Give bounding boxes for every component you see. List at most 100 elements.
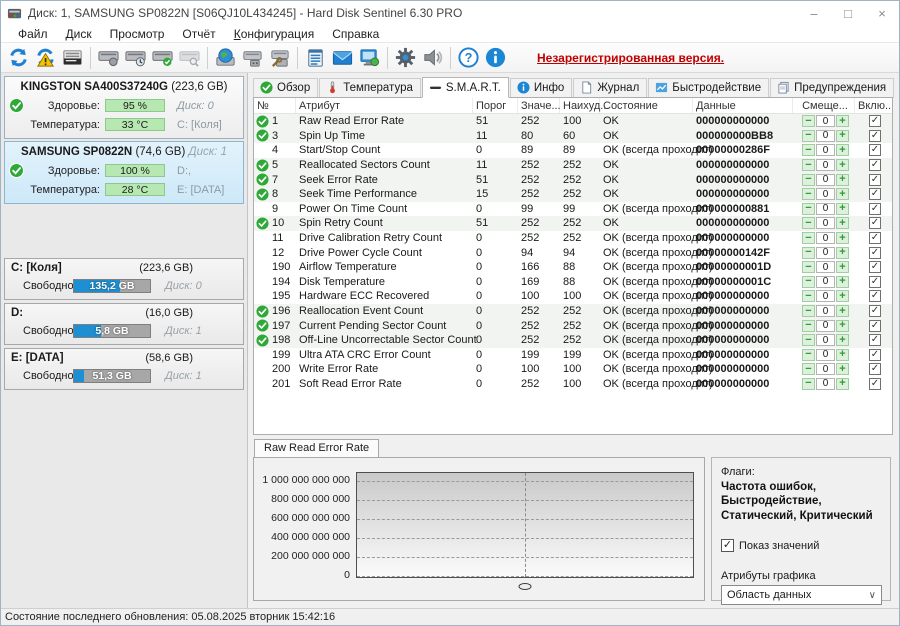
disk-usb-icon[interactable] (239, 45, 266, 71)
maximize-button[interactable]: □ (831, 1, 865, 25)
enabled-checkbox[interactable]: ✓ (869, 217, 881, 229)
offset-decrease-button[interactable]: − (802, 378, 815, 390)
chart-tab[interactable]: Raw Read Error Rate (254, 439, 379, 457)
tab-smart[interactable]: S.M.A.R.T. (422, 77, 509, 98)
offset-decrease-button[interactable]: − (802, 217, 815, 229)
table-row[interactable]: 3Spin Up Time118060OK000000000BB8−0+✓ (254, 129, 892, 144)
disk-panel-samsung[interactable]: SAMSUNG SP0822N (74,6 GB) Диск: 1 Здоров… (4, 141, 244, 204)
enabled-checkbox[interactable]: ✓ (869, 261, 881, 273)
table-row[interactable]: 197Current Pending Sector Count0252252OK… (254, 318, 892, 333)
offset-value[interactable]: 0 (816, 334, 835, 346)
offset-increase-button[interactable]: + (836, 378, 849, 390)
enabled-checkbox[interactable]: ✓ (869, 276, 881, 288)
table-row[interactable]: 8Seek Time Performance15252252OK00000000… (254, 187, 892, 202)
enabled-checkbox[interactable]: ✓ (869, 290, 881, 302)
table-row[interactable]: 10Spin Retry Count51252252OK000000000000… (254, 216, 892, 231)
enabled-checkbox[interactable]: ✓ (869, 363, 881, 375)
offset-value[interactable]: 0 (816, 130, 835, 142)
offset-increase-button[interactable]: + (836, 363, 849, 375)
disk-tools-icon[interactable] (266, 45, 293, 71)
table-row[interactable]: 190Airflow Temperature016688OK (всегда п… (254, 260, 892, 275)
enabled-checkbox[interactable]: ✓ (869, 334, 881, 346)
offset-value[interactable]: 0 (816, 144, 835, 156)
header-worst[interactable]: Наихуд... (560, 98, 600, 113)
offset-value[interactable]: 0 (816, 203, 835, 215)
offset-increase-button[interactable]: + (836, 290, 849, 302)
header-data[interactable]: Данные (693, 98, 793, 113)
table-row[interactable]: 196Reallocation Event Count0252252OK (вс… (254, 304, 892, 319)
enabled-checkbox[interactable]: ✓ (869, 247, 881, 259)
offset-increase-button[interactable]: + (836, 159, 849, 171)
offset-value[interactable]: 0 (816, 261, 835, 273)
close-button[interactable]: × (865, 1, 899, 25)
offset-increase-button[interactable]: + (836, 247, 849, 259)
offset-value[interactable]: 0 (816, 349, 835, 361)
info-icon[interactable] (482, 45, 509, 71)
unregistered-version-link[interactable]: Незарегистрированная версия. (537, 51, 724, 65)
offset-decrease-button[interactable]: − (802, 130, 815, 142)
offset-decrease-button[interactable]: − (802, 174, 815, 186)
enabled-checkbox[interactable]: ✓ (869, 130, 881, 142)
offset-decrease-button[interactable]: − (802, 334, 815, 346)
offset-increase-button[interactable]: + (836, 174, 849, 186)
refresh-warning-icon[interactable] (32, 45, 59, 71)
partition-panel-c[interactable]: C: [Коля](223,6 GB) Свободно 135,2 GB Ди… (4, 258, 244, 300)
offset-increase-button[interactable]: + (836, 232, 849, 244)
offset-increase-button[interactable]: + (836, 115, 849, 127)
sound-icon[interactable] (419, 45, 446, 71)
show-values-checkbox[interactable]: ✓ (721, 539, 734, 552)
header-num[interactable]: № (254, 98, 296, 113)
network-globe-icon[interactable] (212, 45, 239, 71)
offset-decrease-button[interactable]: − (802, 363, 815, 375)
offset-increase-button[interactable]: + (836, 144, 849, 156)
header-value[interactable]: Значе... (518, 98, 560, 113)
offset-decrease-button[interactable]: − (802, 349, 815, 361)
offset-decrease-button[interactable]: − (802, 276, 815, 288)
offset-decrease-button[interactable]: − (802, 290, 815, 302)
disk-search-icon[interactable] (176, 45, 203, 71)
table-row[interactable]: 200Write Error Rate0100100OK (всегда про… (254, 362, 892, 377)
offset-decrease-button[interactable]: − (802, 188, 815, 200)
menu-report[interactable]: Отчёт (173, 26, 224, 42)
table-row[interactable]: 12Drive Power Cycle Count09494OK (всегда… (254, 245, 892, 260)
enabled-checkbox[interactable]: ✓ (869, 174, 881, 186)
offset-value[interactable]: 0 (816, 320, 835, 332)
offset-value[interactable]: 0 (816, 159, 835, 171)
enabled-checkbox[interactable]: ✓ (869, 232, 881, 244)
offset-decrease-button[interactable]: − (802, 203, 815, 215)
enabled-checkbox[interactable]: ✓ (869, 159, 881, 171)
offset-decrease-button[interactable]: − (802, 159, 815, 171)
table-row[interactable]: 194Disk Temperature016988OK (всегда прох… (254, 275, 892, 290)
report-list-icon[interactable] (59, 45, 86, 71)
enabled-checkbox[interactable]: ✓ (869, 144, 881, 156)
enabled-checkbox[interactable]: ✓ (869, 203, 881, 215)
offset-decrease-button[interactable]: − (802, 115, 815, 127)
menu-disk[interactable]: Диск (57, 26, 101, 42)
offset-increase-button[interactable]: + (836, 305, 849, 317)
disk-ok-icon[interactable] (149, 45, 176, 71)
offset-value[interactable]: 0 (816, 378, 835, 390)
table-row[interactable]: 198Off-Line Uncorrectable Sector Count02… (254, 333, 892, 348)
offset-increase-button[interactable]: + (836, 217, 849, 229)
tab-log[interactable]: Журнал (573, 78, 647, 98)
offset-increase-button[interactable]: + (836, 334, 849, 346)
offset-value[interactable]: 0 (816, 276, 835, 288)
tab-info[interactable]: Инфо (510, 78, 572, 98)
header-threshold[interactable]: Порог (473, 98, 518, 113)
offset-value[interactable]: 0 (816, 188, 835, 200)
offset-value[interactable]: 0 (816, 290, 835, 302)
offset-decrease-button[interactable]: − (802, 247, 815, 259)
offset-value[interactable]: 0 (816, 217, 835, 229)
notebook-report-icon[interactable] (302, 45, 329, 71)
refresh-icon[interactable] (5, 45, 32, 71)
disk-panel-kingston[interactable]: KINGSTON SA400S37240G (223,6 GB) Здоровь… (4, 76, 244, 139)
disk-schedule-icon[interactable] (122, 45, 149, 71)
enabled-checkbox[interactable]: ✓ (869, 115, 881, 127)
header-attribute[interactable]: Атрибут (296, 98, 473, 113)
minimize-button[interactable]: – (797, 1, 831, 25)
disk-status-icon[interactable] (95, 45, 122, 71)
offset-increase-button[interactable]: + (836, 188, 849, 200)
offset-increase-button[interactable]: + (836, 320, 849, 332)
menu-file[interactable]: Файл (9, 26, 57, 42)
enabled-checkbox[interactable]: ✓ (869, 378, 881, 390)
